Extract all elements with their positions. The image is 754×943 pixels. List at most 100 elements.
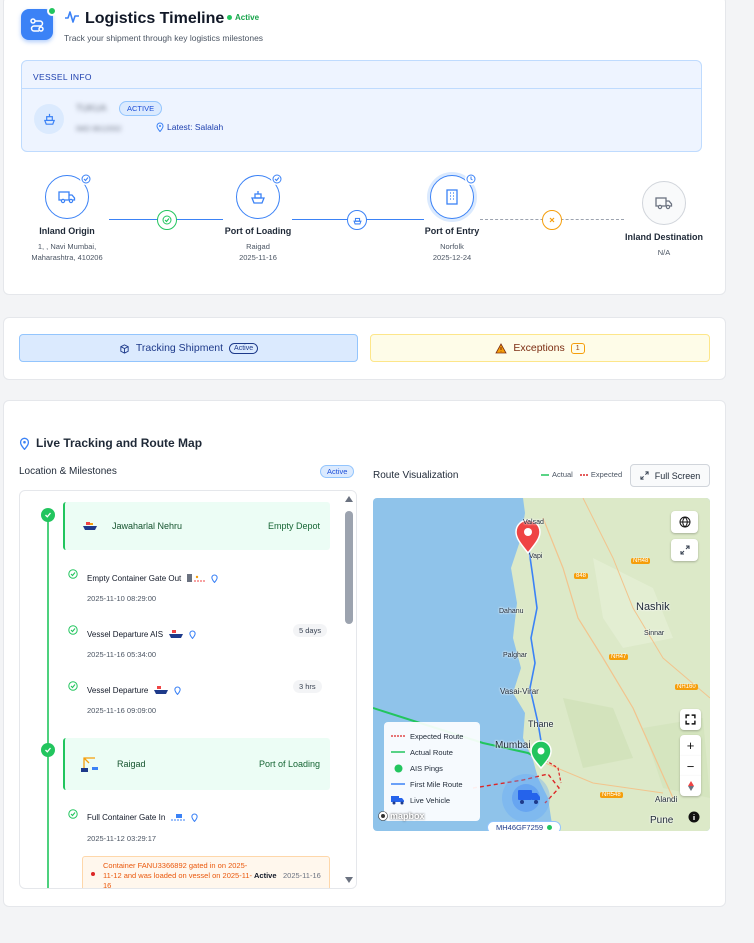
step-inland-origin: Inland Origin 1, , Navi Mumbai, Maharasht…	[14, 173, 120, 263]
step-port-of-entry: Port of Entry Norfolk 2025-12-24	[400, 173, 504, 263]
scrollbar-thumb[interactable]	[345, 511, 353, 624]
full-screen-button[interactable]: Full Screen	[630, 464, 710, 487]
location-pin-icon	[191, 813, 198, 822]
map-legend: Expected Route Actual Route AIS Pings Fi…	[384, 722, 480, 821]
check-icon	[68, 809, 78, 819]
map-label: Alandi	[655, 795, 678, 804]
map-label: Mumbai	[495, 740, 531, 751]
milestones-status-badge: Active	[320, 465, 355, 478]
duration-badge: 5 days	[293, 624, 328, 637]
scroll-up-arrow-icon[interactable]	[345, 494, 353, 504]
vehicle-plate-label[interactable]: MH46GF7259	[487, 821, 562, 831]
tab-exceptions[interactable]: Exceptions 1	[370, 334, 710, 362]
road-shield: NH48	[631, 558, 651, 564]
milestones-title: Location & Milestones	[19, 466, 117, 477]
ship-icon	[34, 104, 64, 134]
completed-check-icon	[80, 173, 92, 185]
exceptions-count: 1	[570, 342, 585, 354]
map-label: Vasai-Virar	[500, 687, 539, 696]
fullscreen-map-button[interactable]	[680, 709, 701, 730]
status-dot-icon	[227, 15, 232, 20]
cargo-ship-icon	[154, 686, 169, 694]
event-date: 2025-11-10 08:29:00	[87, 594, 157, 603]
location-pin-icon	[211, 574, 218, 583]
vessel-info-label: VESSEL INFO	[22, 61, 701, 89]
road-shield: NH160	[675, 684, 698, 690]
check-icon	[68, 569, 78, 579]
vessel-latest-location: Latest: Salalah	[156, 122, 223, 132]
map-expand-button[interactable]	[671, 539, 698, 561]
timeline-rail	[47, 511, 49, 888]
port-crane-icon	[81, 757, 98, 772]
clock-icon	[465, 173, 477, 185]
phase-empty-depot[interactable]: Jawaharlal Nehru Empty Depot	[63, 502, 330, 550]
page-title: Logistics Timeline	[85, 10, 225, 27]
truck-icon	[642, 181, 686, 225]
container-gate-icon	[187, 574, 206, 582]
route-map[interactable]: Valsad Vapi Nashik Dahanu Palghar Vasai-…	[373, 498, 710, 831]
compass-icon	[687, 781, 694, 791]
exception-note: Container FANU3366892 gated in on 2025-1…	[82, 856, 330, 888]
check-icon	[68, 625, 78, 635]
road-shield: NH548	[600, 792, 623, 798]
event-date: 2025-11-16 05:34:00	[87, 650, 157, 659]
map-label: Pune	[650, 815, 674, 826]
route-app-icon	[21, 6, 57, 40]
duration-badge: 3 hrs	[293, 680, 322, 693]
plus-icon: +	[686, 738, 695, 753]
map-label: Thane	[528, 719, 554, 729]
vehicle-online-dot-icon	[547, 825, 553, 830]
vessel-name: TUKUA	[76, 103, 107, 113]
step-inland-destination: Inland Destination N/A	[612, 181, 716, 258]
globe-button[interactable]	[671, 511, 698, 533]
road-shield: 848	[574, 573, 589, 579]
check-circle-icon	[157, 210, 177, 230]
x-circle-icon	[542, 210, 562, 230]
building-icon	[430, 173, 477, 219]
map-label: Nashik	[636, 601, 670, 613]
scrollbar[interactable]	[342, 491, 356, 888]
cargo-ship-icon	[169, 630, 184, 638]
event-full-gate-in: Full Container Gate In	[87, 813, 198, 822]
map-label: Palghar	[503, 652, 528, 659]
package-icon	[120, 343, 129, 354]
alert-dot-icon	[91, 872, 95, 876]
vessel-imo: IMO 9612002	[76, 124, 122, 133]
completed-check-icon	[271, 173, 283, 185]
vessel-info-panel: VESSEL INFO TUKUA ACTIVE IMO 9612002 Lat…	[21, 60, 702, 152]
info-icon	[688, 811, 700, 823]
tab-tracking-shipment[interactable]: Tracking Shipment Active	[19, 334, 358, 362]
map-label: Vapi	[529, 553, 543, 560]
scroll-down-arrow-icon[interactable]	[345, 875, 353, 885]
fullscreen-icon	[685, 714, 696, 725]
status-badge: Active	[227, 13, 259, 22]
live-tracking-title: Live Tracking and Route Map	[19, 436, 202, 450]
check-icon	[68, 681, 78, 691]
event-date: 2025-11-16 09:09:00	[87, 706, 157, 715]
location-pin-icon	[156, 122, 164, 132]
container-gate-icon	[171, 814, 186, 821]
event-date: 2025-11-12 03:29:17	[87, 834, 157, 843]
phase-port-of-loading[interactable]: Raigad Port of Loading	[63, 738, 330, 790]
map-label: Dahanu	[499, 608, 524, 615]
info-button[interactable]	[686, 809, 702, 825]
route-legend: Actual Expected	[541, 470, 623, 479]
warning-icon	[495, 342, 508, 353]
ship-icon	[236, 173, 283, 219]
zoom-in-button[interactable]: +	[680, 735, 701, 756]
zoom-out-button[interactable]: −	[680, 756, 701, 776]
expand-icon	[679, 545, 690, 555]
activity-icon	[65, 11, 79, 23]
truck-icon	[45, 173, 92, 219]
location-pin-icon	[19, 437, 30, 450]
check-circle-icon	[41, 743, 55, 757]
minus-icon: −	[686, 758, 695, 774]
vessel-status-badge: ACTIVE	[119, 101, 163, 116]
expand-icon	[640, 471, 649, 480]
step-port-of-loading: Port of Loading Raigad 2025-11-16	[206, 173, 310, 263]
check-circle-icon	[41, 508, 55, 522]
page-subtitle: Track your shipment through key logistic…	[64, 33, 264, 43]
compass-button[interactable]	[680, 776, 701, 796]
milestones-list[interactable]: Jawaharlal Nehru Empty Depot Empty Conta…	[19, 490, 357, 889]
event-vessel-departure: Vessel Departure	[87, 685, 182, 695]
